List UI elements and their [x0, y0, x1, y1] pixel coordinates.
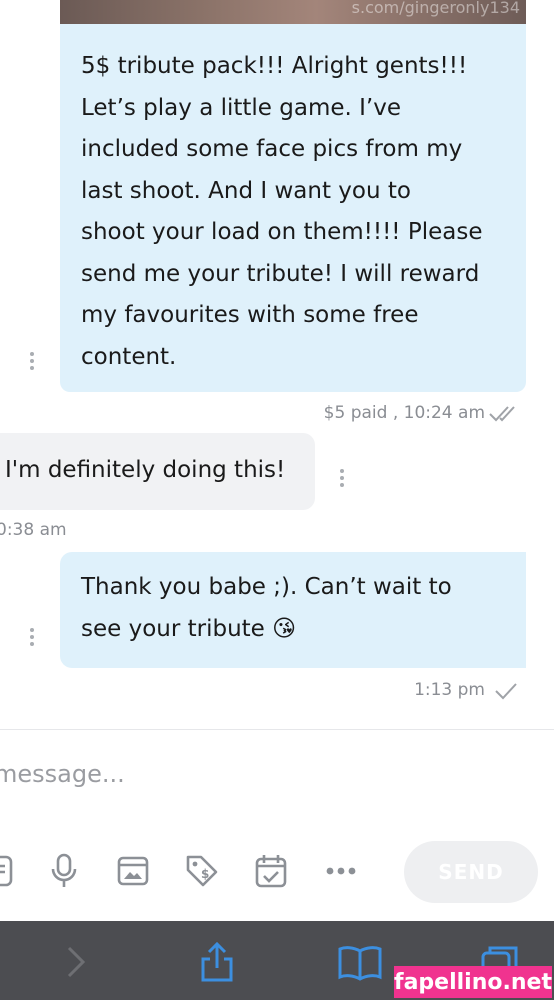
watermark-badge: fapellino.net — [394, 966, 552, 998]
message-bubble-outgoing: 5$ tribute pack!!! Alright gents!!! Let’… — [60, 24, 526, 392]
message-options-button[interactable] — [29, 628, 35, 646]
message-options-button[interactable] — [29, 352, 35, 370]
composer-divider — [0, 729, 554, 730]
svg-text:$: $ — [201, 867, 209, 881]
more-icon[interactable] — [322, 852, 360, 890]
message-line: included some face pics from my — [81, 136, 463, 162]
message-bubble-outgoing: Thank you babe ;). Can’t wait to see you… — [60, 552, 526, 668]
bookmarks-icon[interactable] — [337, 945, 383, 981]
check-icon — [495, 683, 517, 700]
message-meta: 0:38 am — [0, 520, 67, 540]
price-tag-icon[interactable]: $ — [183, 852, 221, 890]
message-line: Let’s play a little game. I’ve — [81, 94, 401, 121]
image-watermark: s.com/gingeronly134 — [351, 0, 520, 17]
send-button[interactable]: SEND — [404, 841, 538, 903]
attach-icon[interactable] — [0, 852, 18, 890]
double-check-icon — [489, 406, 515, 422]
message-line: Thank you babe ;). Can’t wait to — [81, 574, 452, 600]
message-meta: $5 paid , 10:24 am — [323, 403, 485, 423]
image-icon[interactable] — [114, 852, 152, 890]
microphone-icon[interactable] — [45, 852, 83, 890]
share-icon[interactable] — [199, 941, 235, 983]
message-line: see your tribute 😘 — [81, 615, 297, 642]
message-line: content. — [81, 343, 177, 370]
message-meta: 1:13 pm — [414, 680, 485, 700]
media-image[interactable]: s.com/gingeronly134 — [60, 0, 526, 24]
message-input[interactable] — [0, 760, 394, 788]
message-line: shoot your load on them!!!! Please — [81, 219, 483, 245]
forward-arrow-icon[interactable] — [64, 945, 88, 979]
message-line: my favourites with some free — [81, 302, 419, 328]
message-bubble-incoming: I'm definitely doing this! — [0, 433, 315, 510]
message-options-button[interactable] — [339, 469, 345, 487]
calendar-check-icon[interactable] — [252, 852, 290, 890]
message-line: send me your tribute! I will reward — [81, 260, 480, 287]
message-line: I'm definitely doing this! — [5, 457, 286, 483]
message-line: last shoot. And I want you to — [81, 177, 411, 204]
message-line: 5$ tribute pack!!! Alright gents!!! — [81, 53, 468, 79]
